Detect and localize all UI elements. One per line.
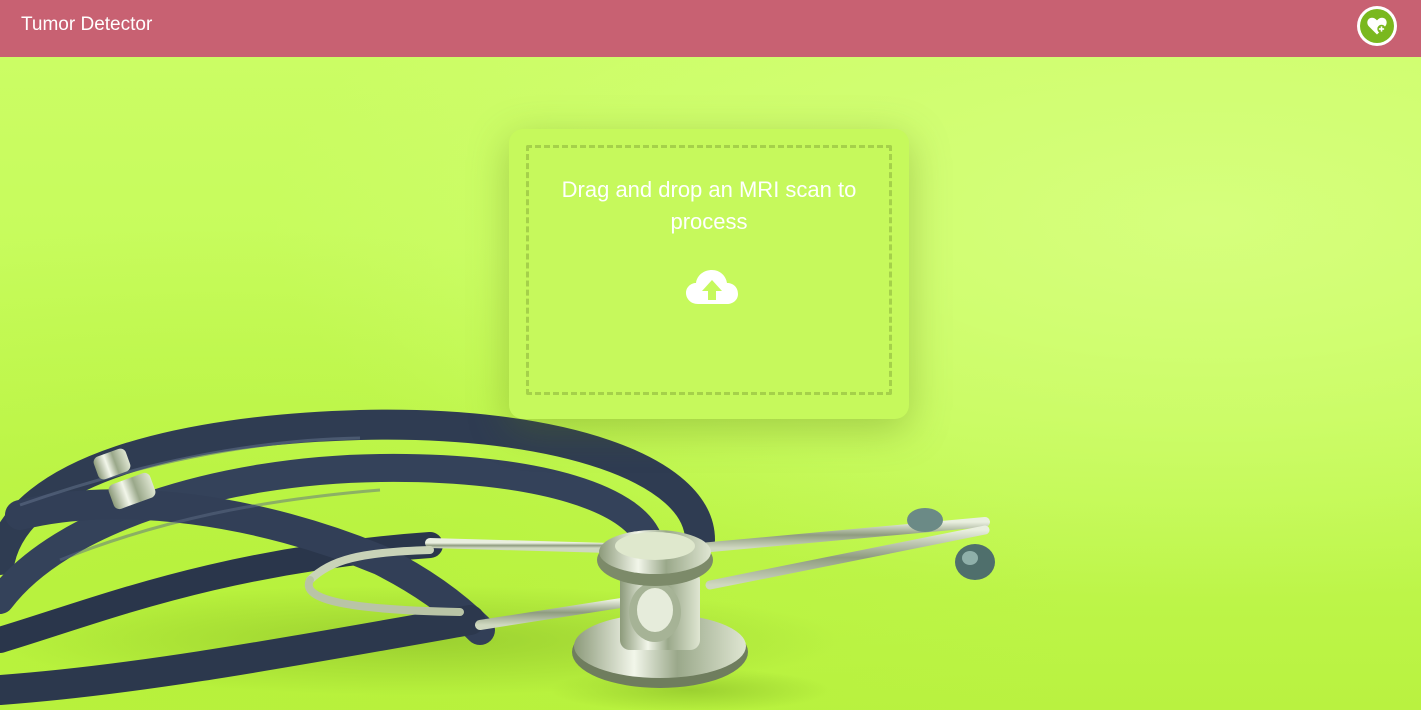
heart-plus-icon xyxy=(1360,9,1394,43)
app-root: Tumor Detector Drag and drop an MRI scan… xyxy=(0,0,1421,710)
upload-card: Drag and drop an MRI scan to process xyxy=(509,129,909,419)
dropzone-prompt: Drag and drop an MRI scan to process xyxy=(561,177,857,234)
app-title: Tumor Detector xyxy=(21,14,153,35)
file-dropzone[interactable]: Drag and drop an MRI scan to process xyxy=(526,145,892,395)
logo-button[interactable] xyxy=(1357,6,1397,46)
top-navbar: Tumor Detector xyxy=(0,0,1421,57)
cloud-upload-icon[interactable] xyxy=(684,266,740,310)
